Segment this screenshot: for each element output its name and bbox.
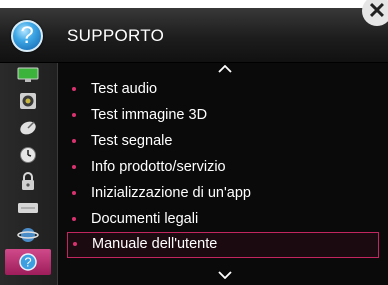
bullet	[72, 113, 76, 117]
bullet	[72, 139, 76, 143]
scroll-down-icon[interactable]	[218, 271, 232, 279]
bullet	[72, 217, 76, 221]
bullet	[72, 165, 76, 169]
sidebar-item-sound[interactable]	[5, 89, 51, 113]
svg-text:?: ?	[24, 255, 31, 270]
page-title: SUPPORTO	[67, 26, 165, 45]
menu-item-label: Inizializzazione di un'app	[91, 185, 251, 201]
header-bar: ? SUPPORTO	[0, 8, 388, 63]
menu-item-app-init[interactable]: Inizializzazione di un'app	[67, 182, 379, 208]
sidebar-item-picture[interactable]	[5, 63, 51, 87]
satellite-icon	[20, 121, 36, 135]
menu-item-test-audio[interactable]: Test audio	[67, 78, 379, 104]
menu-item-label: Documenti legali	[91, 211, 199, 227]
sidebar-item-channels[interactable]	[5, 116, 51, 140]
menu-item-legal-docs[interactable]: Documenti legali	[67, 208, 379, 234]
menu-item-label: Manuale dell'utente	[92, 236, 218, 252]
bullet	[72, 87, 76, 91]
menu-item-label: Test segnale	[91, 133, 173, 149]
menu-item-product-info[interactable]: Info prodotto/servizio	[67, 156, 379, 182]
speaker-icon	[20, 93, 36, 109]
menu-item-user-manual[interactable]: Manuale dell'utente	[67, 232, 379, 258]
menu-item-test-signal[interactable]: Test segnale	[67, 130, 379, 156]
clock-icon	[20, 147, 36, 163]
support-menu: Test audio Test immagine 3D Test segnale…	[60, 63, 388, 285]
sidebar-item-network[interactable]	[5, 223, 51, 247]
menu-item-label: Info prodotto/servizio	[91, 159, 226, 175]
lock-icon	[22, 172, 34, 190]
bullet	[72, 191, 76, 195]
globe-icon	[17, 228, 39, 242]
sidebar-item-time[interactable]	[5, 143, 51, 167]
menu-item-label: Test immagine 3D	[91, 107, 208, 123]
close-icon: ✕	[367, 0, 387, 23]
help-icon: ?	[19, 253, 37, 271]
monitor-icon	[17, 67, 39, 82]
bullet	[73, 242, 77, 246]
sidebar-item-lock[interactable]	[5, 169, 51, 193]
help-icon: ?	[11, 20, 43, 52]
sidebar-item-options[interactable]	[5, 196, 51, 220]
menu-item-label: Test audio	[91, 81, 158, 97]
sidebar: ?	[0, 63, 58, 285]
scroll-up-icon[interactable]	[218, 65, 232, 73]
sidebar-item-support[interactable]: ?	[5, 249, 51, 275]
keyboard-icon	[18, 203, 38, 213]
menu-item-test-3d[interactable]: Test immagine 3D	[67, 104, 379, 130]
